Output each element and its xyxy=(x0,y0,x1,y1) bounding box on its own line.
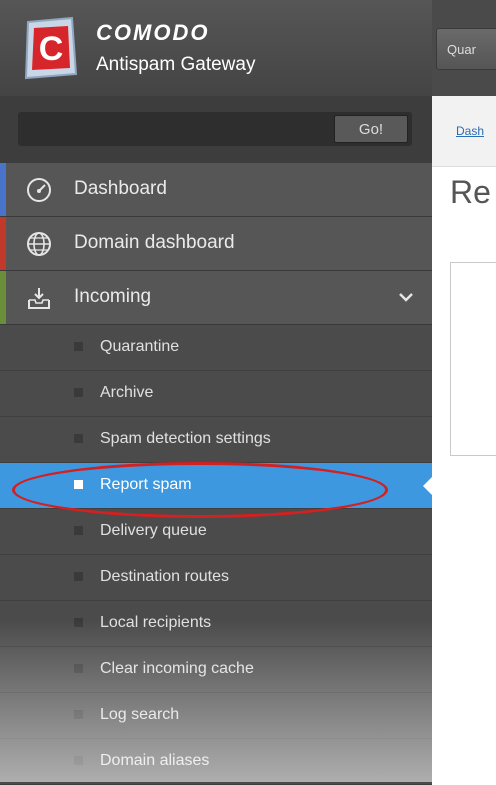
breadcrumb: Dash xyxy=(432,96,496,167)
accent-bar xyxy=(0,271,6,324)
search-input[interactable] xyxy=(18,112,328,146)
comodo-logo-icon: C xyxy=(24,16,78,80)
bullet-icon xyxy=(74,710,83,719)
sidebar-subitem-log-search[interactable]: Log search xyxy=(0,693,432,739)
sidebar-item-label: Domain dashboard xyxy=(74,232,235,253)
sidebar-subitem-domain-aliases[interactable]: Domain aliases xyxy=(0,739,432,785)
sidebar-subitem-archive[interactable]: Archive xyxy=(0,371,432,417)
globe-icon xyxy=(27,232,51,256)
sidebar-subitem-label: Domain aliases xyxy=(100,752,210,769)
sidebar-subitem-label: Delivery queue xyxy=(100,522,207,539)
search-bar: Go! xyxy=(18,112,412,146)
sidebar-subitem-label: Clear incoming cache xyxy=(100,660,254,677)
sidebar-item-label: Incoming xyxy=(74,286,152,307)
sidebar-item-label: Dashboard xyxy=(74,178,167,199)
bullet-icon xyxy=(74,664,83,673)
sidebar-subitem-delivery-queue[interactable]: Delivery queue xyxy=(0,509,432,555)
page-title: Re xyxy=(450,174,491,210)
sidebar-subitem-label: Archive xyxy=(100,384,154,401)
bullet-icon xyxy=(74,526,83,535)
go-button[interactable]: Go! xyxy=(334,115,408,143)
sidebar-subitem-clear-incoming-cache[interactable]: Clear incoming cache xyxy=(0,647,432,693)
app-header: C COMODO Antispam Gateway Quar xyxy=(0,0,496,96)
sidebar-item-domain-dashboard[interactable]: Domain dashboard xyxy=(0,217,432,271)
sidebar-subitem-label: Report spam xyxy=(100,476,192,493)
accent-bar xyxy=(0,217,6,270)
breadcrumb-link-dashboard[interactable]: Dash xyxy=(456,124,484,138)
accent-bar xyxy=(0,163,6,216)
content-panel xyxy=(450,262,496,456)
sidebar-subitem-destination-routes[interactable]: Destination routes xyxy=(0,555,432,601)
header-tab-quarantine[interactable]: Quar xyxy=(436,28,496,70)
brand-area[interactable]: C COMODO Antispam Gateway xyxy=(0,0,432,96)
sidebar: Go! Dashboard Domain dashboard Incoming … xyxy=(0,96,433,785)
sidebar-subitem-label: Log search xyxy=(100,706,180,723)
brand-product: Antispam Gateway xyxy=(96,54,256,75)
bullet-icon xyxy=(74,572,83,581)
bullet-icon xyxy=(74,388,83,397)
gauge-icon xyxy=(27,178,51,202)
chevron-down-icon[interactable] xyxy=(398,289,414,305)
inbox-icon xyxy=(28,288,50,309)
bullet-icon xyxy=(74,756,83,765)
sidebar-subitem-spam-detection-settings[interactable]: Spam detection settings xyxy=(0,417,432,463)
bullet-icon xyxy=(74,342,83,351)
sidebar-subitem-label: Destination routes xyxy=(100,568,229,585)
sidebar-subitem-label: Spam detection settings xyxy=(100,430,271,447)
brand-name: COMODO xyxy=(96,20,210,45)
svg-text:C: C xyxy=(39,30,64,68)
main-content: Dash Re xyxy=(432,96,496,782)
bullet-icon xyxy=(74,618,83,627)
bullet-icon xyxy=(74,480,83,489)
sidebar-subitem-local-recipients[interactable]: Local recipients xyxy=(0,601,432,647)
sidebar-item-dashboard[interactable]: Dashboard xyxy=(0,163,432,217)
sidebar-subitem-label: Local recipients xyxy=(100,614,212,631)
sidebar-subitem-report-spam[interactable]: Report spam xyxy=(0,463,433,509)
sidebar-item-incoming[interactable]: Incoming xyxy=(0,271,432,325)
sidebar-subitem-label: Quarantine xyxy=(100,338,180,355)
bullet-icon xyxy=(74,434,83,443)
sidebar-subitem-quarantine[interactable]: Quarantine xyxy=(0,325,432,371)
